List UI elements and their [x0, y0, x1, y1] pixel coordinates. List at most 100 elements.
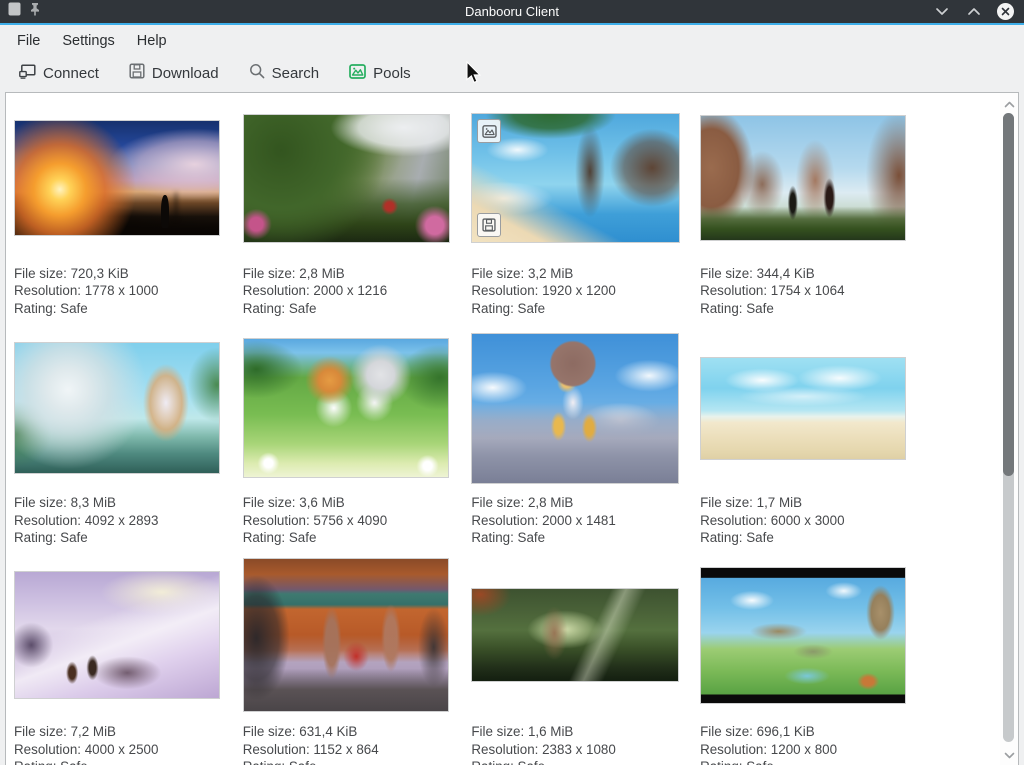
view-image-button[interactable]: [477, 119, 501, 143]
rating-label: Rating:: [471, 759, 513, 765]
post-meta: File size: 1,7 MiB Resolution: 6000 x 30…: [700, 494, 929, 546]
post-item[interactable]: File size: 2,8 MiB Resolution: 2000 x 14…: [471, 332, 700, 546]
post-thumbnail[interactable]: [700, 115, 906, 241]
thumbnail-slot: [14, 113, 243, 243]
download-button[interactable]: Download: [120, 57, 228, 89]
post-meta: File size: 2,8 MiB Resolution: 2000 x 12…: [243, 265, 472, 317]
file-size-value: 344,4 KiB: [757, 266, 815, 281]
post-item[interactable]: File size: 696,1 KiB Resolution: 1200 x …: [700, 558, 929, 765]
search-label: Search: [272, 65, 320, 82]
scroll-down-arrow-icon[interactable]: [1002, 748, 1016, 762]
close-button[interactable]: [997, 3, 1014, 20]
rating-label: Rating:: [14, 530, 56, 545]
resolution-value: 4092 x 2893: [85, 513, 159, 528]
file-size-label: File size:: [14, 266, 67, 281]
post-item[interactable]: File size: 3,6 MiB Resolution: 5756 x 40…: [243, 332, 472, 546]
vertical-scrollbar[interactable]: [1000, 93, 1018, 765]
scroll-up-arrow-icon[interactable]: [1002, 97, 1016, 111]
post-item[interactable]: File size: 631,4 KiB Resolution: 1152 x …: [243, 558, 472, 765]
rating-label: Rating:: [243, 530, 285, 545]
app-icon: [8, 2, 21, 21]
file-size-value: 1,7 MiB: [757, 495, 802, 510]
toolbar: Connect Download Search Po: [0, 54, 1024, 92]
thumbnail-slot: [471, 332, 700, 484]
mouse-cursor: [466, 61, 483, 89]
post-thumbnail[interactable]: [14, 571, 220, 699]
resolution-value: 1152 x 864: [313, 742, 378, 757]
resolution-value: 1200 x 800: [771, 742, 837, 757]
post-thumbnail[interactable]: [471, 588, 679, 682]
resolution-label: Resolution:: [14, 742, 81, 757]
download-label: Download: [152, 65, 219, 82]
menubar: File Settings Help: [0, 27, 1024, 54]
post-thumbnail[interactable]: [471, 113, 680, 243]
resolution-value: 2383 x 1080: [542, 742, 616, 757]
post-thumbnail[interactable]: [700, 357, 906, 460]
resolution-label: Resolution:: [243, 513, 310, 528]
post-item[interactable]: File size: 720,3 KiB Resolution: 1778 x …: [14, 113, 243, 317]
search-icon: [249, 63, 265, 83]
thumbnail-slot: [700, 113, 929, 243]
post-thumbnail[interactable]: [14, 342, 220, 474]
file-size-value: 696,1 KiB: [757, 724, 815, 739]
post-meta: File size: 1,6 MiB Resolution: 2383 x 10…: [471, 723, 700, 765]
post-thumbnail[interactable]: [471, 333, 679, 484]
scrollbar-thumb[interactable]: [1003, 113, 1014, 476]
post-thumbnail[interactable]: [14, 120, 220, 236]
menu-help[interactable]: Help: [126, 29, 178, 53]
post-meta: File size: 3,2 MiB Resolution: 1920 x 12…: [471, 265, 700, 317]
pin-icon[interactable]: [29, 2, 41, 21]
file-size-label: File size:: [700, 495, 753, 510]
connect-button[interactable]: Connect: [10, 57, 108, 89]
resolution-value: 5756 x 4090: [313, 513, 387, 528]
minimize-button[interactable]: [933, 3, 951, 21]
thumbnail-slot: [243, 332, 472, 484]
post-item[interactable]: File size: 8,3 MiB Resolution: 4092 x 28…: [14, 332, 243, 546]
file-size-value: 8,3 MiB: [71, 495, 116, 510]
post-meta: File size: 720,3 KiB Resolution: 1778 x …: [14, 265, 243, 317]
resolution-label: Resolution:: [700, 283, 767, 298]
post-item[interactable]: File size: 7,2 MiB Resolution: 4000 x 25…: [14, 558, 243, 765]
post-thumbnail[interactable]: [700, 567, 906, 704]
post-item[interactable]: File size: 1,7 MiB Resolution: 6000 x 30…: [700, 332, 929, 546]
pools-button[interactable]: Pools: [340, 58, 420, 89]
file-size-value: 3,2 MiB: [528, 266, 573, 281]
maximize-button[interactable]: [965, 3, 983, 21]
rating-value: Safe: [289, 530, 317, 545]
file-size-label: File size:: [700, 724, 753, 739]
post-item[interactable]: File size: 3,2 MiB Resolution: 1920 x 12…: [471, 113, 700, 317]
file-size-label: File size:: [700, 266, 753, 281]
download-icon: [129, 63, 145, 83]
rating-value: Safe: [518, 301, 546, 316]
scrollbar-track[interactable]: [1003, 113, 1014, 742]
file-size-value: 1,6 MiB: [528, 724, 573, 739]
rating-label: Rating:: [14, 759, 56, 765]
pools-label: Pools: [373, 65, 411, 82]
rating-value: Safe: [518, 530, 546, 545]
resolution-label: Resolution:: [471, 513, 538, 528]
file-size-value: 720,3 KiB: [71, 266, 129, 281]
post-item[interactable]: File size: 2,8 MiB Resolution: 2000 x 12…: [243, 113, 472, 317]
thumbnail-slot: [14, 558, 243, 712]
search-button[interactable]: Search: [240, 57, 329, 89]
connect-icon: [19, 63, 36, 83]
resolution-label: Resolution:: [700, 513, 767, 528]
post-thumbnail[interactable]: [243, 114, 450, 243]
file-size-label: File size:: [14, 724, 67, 739]
save-image-button[interactable]: [477, 213, 501, 237]
window-title: Danbooru Client: [0, 4, 1024, 19]
thumbnail-slot: [14, 332, 243, 484]
post-item[interactable]: File size: 1,6 MiB Resolution: 2383 x 10…: [471, 558, 700, 765]
post-item[interactable]: File size: 344,4 KiB Resolution: 1754 x …: [700, 113, 929, 317]
file-size-label: File size:: [243, 724, 296, 739]
thumbnail-slot: [471, 558, 700, 712]
menu-settings[interactable]: Settings: [51, 29, 125, 53]
menu-file[interactable]: File: [6, 29, 51, 53]
post-thumbnail[interactable]: [243, 558, 449, 712]
post-thumbnail[interactable]: [243, 338, 449, 478]
post-meta: File size: 3,6 MiB Resolution: 5756 x 40…: [243, 494, 472, 546]
resolution-value: 1778 x 1000: [85, 283, 159, 298]
titlebar: Danbooru Client: [0, 0, 1024, 25]
post-meta: File size: 7,2 MiB Resolution: 4000 x 25…: [14, 723, 243, 765]
file-size-label: File size:: [243, 266, 296, 281]
